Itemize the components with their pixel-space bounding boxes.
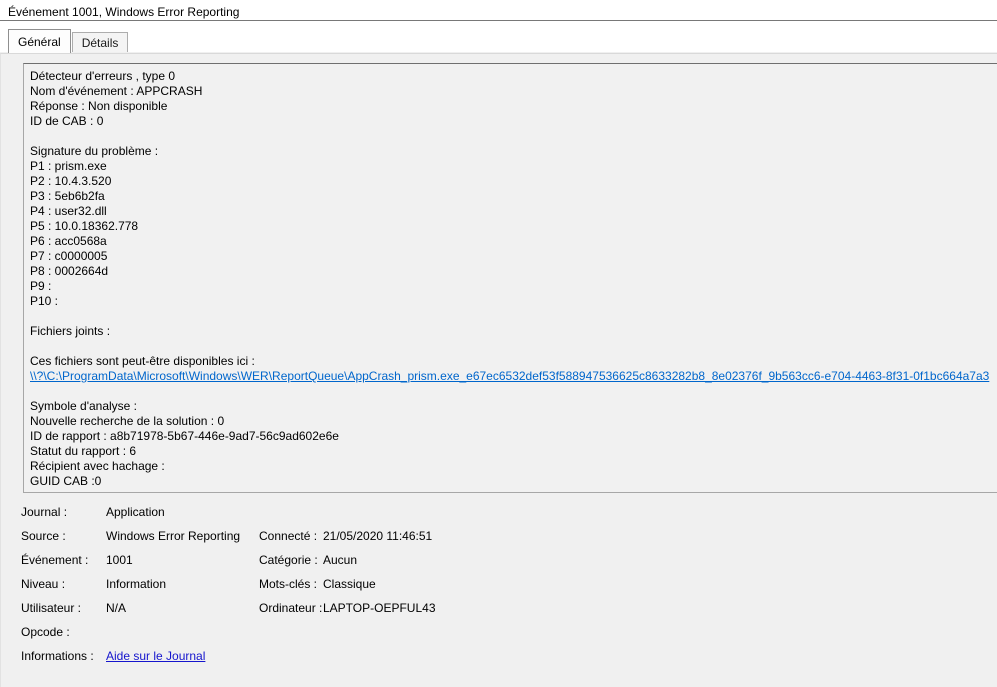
event-text-line: P1 : prism.exe <box>30 159 993 174</box>
field-label: Ordinateur : <box>259 601 323 615</box>
tab-details[interactable]: Détails <box>72 32 129 52</box>
field-row: Événement :1001Catégorie :Aucun <box>21 548 436 572</box>
event-header: Événement 1001, Windows Error Reporting <box>0 0 997 21</box>
field-value: N/A <box>106 601 259 615</box>
event-text-line: \\?\C:\ProgramData\Microsoft\Windows\WER… <box>30 369 993 384</box>
field-value: 1001 <box>106 553 259 567</box>
field-label: Catégorie : <box>259 553 323 567</box>
event-text-line: P3 : 5eb6b2fa <box>30 189 993 204</box>
tab-general[interactable]: Général <box>8 29 71 53</box>
event-text-line: Fichiers joints : <box>30 324 993 339</box>
page-title: Événement 1001, Windows Error Reporting <box>8 5 239 19</box>
event-text-line: Symbole d'analyse : <box>30 399 993 414</box>
field-label: Mots-clés : <box>259 577 323 591</box>
field-label: Événement : <box>21 553 106 567</box>
event-text-line: P2 : 10.4.3.520 <box>30 174 993 189</box>
event-text-line: P10 : <box>30 294 993 309</box>
event-text-line <box>30 339 993 354</box>
event-text-line <box>30 309 993 324</box>
event-text-line: Statut du rapport : 6 <box>30 444 993 459</box>
event-text-line: Réponse : Non disponible <box>30 99 993 114</box>
event-text-line: P4 : user32.dll <box>30 204 993 219</box>
event-text-line: Nom d'événement : APPCRASH <box>30 84 993 99</box>
field-value: Information <box>106 577 259 591</box>
field-value: Windows Error Reporting <box>106 529 259 543</box>
event-text-line: Ces fichiers sont peut-être disponibles … <box>30 354 993 369</box>
field-value: Classique <box>323 577 376 591</box>
report-queue-path-link[interactable]: \\?\C:\ProgramData\Microsoft\Windows\WER… <box>30 369 989 383</box>
tab-strip: Général Détails <box>0 21 997 52</box>
event-text-line: ID de rapport : a8b71978-5b67-446e-9ad7-… <box>30 429 993 444</box>
event-text-line <box>30 384 993 399</box>
event-text-line: P7 : c0000005 <box>30 249 993 264</box>
field-value: 21/05/2020 11:46:51 <box>323 529 432 543</box>
event-text-line: P9 : <box>30 279 993 294</box>
field-row: Utilisateur :N/AOrdinateur :LAPTOP-OEPFU… <box>21 596 436 620</box>
field-row: Informations :Aide sur le Journal <box>21 644 436 668</box>
journal-help-link[interactable]: Aide sur le Journal <box>106 649 205 663</box>
field-row: Source :Windows Error ReportingConnecté … <box>21 524 436 548</box>
event-text-line: Signature du problème : <box>30 144 993 159</box>
field-value: Aide sur le Journal <box>106 649 259 663</box>
event-text-line: Récipient avec hachage : <box>30 459 993 474</box>
event-description-box[interactable]: Détecteur d'erreurs , type 0Nom d'événem… <box>23 63 997 493</box>
field-row: Niveau :InformationMots-clés :Classique <box>21 572 436 596</box>
field-label: Journal : <box>21 505 106 519</box>
event-text-line: Détecteur d'erreurs , type 0 <box>30 69 993 84</box>
field-row: Journal :Application <box>21 500 436 524</box>
field-label: Opcode : <box>21 625 106 639</box>
field-label: Informations : <box>21 649 106 663</box>
event-text-line: P5 : 10.0.18362.778 <box>30 219 993 234</box>
event-text-line: GUID CAB :0 <box>30 474 993 489</box>
event-fields: Journal :ApplicationSource :Windows Erro… <box>1 500 436 668</box>
event-text-line: Nouvelle recherche de la solution : 0 <box>30 414 993 429</box>
field-label: Niveau : <box>21 577 106 591</box>
field-label: Connecté : <box>259 529 323 543</box>
event-text-line: P6 : acc0568a <box>30 234 993 249</box>
field-label: Source : <box>21 529 106 543</box>
field-value: LAPTOP-OEPFUL43 <box>323 601 436 615</box>
event-text-line <box>30 129 993 144</box>
event-text-line: ID de CAB : 0 <box>30 114 993 129</box>
event-text-line: P8 : 0002664d <box>30 264 993 279</box>
field-value: Application <box>106 505 259 519</box>
field-value: Aucun <box>323 553 357 567</box>
field-row: Opcode : <box>21 620 436 644</box>
general-tab-page: Détecteur d'erreurs , type 0Nom d'événem… <box>0 53 997 687</box>
field-label: Utilisateur : <box>21 601 106 615</box>
